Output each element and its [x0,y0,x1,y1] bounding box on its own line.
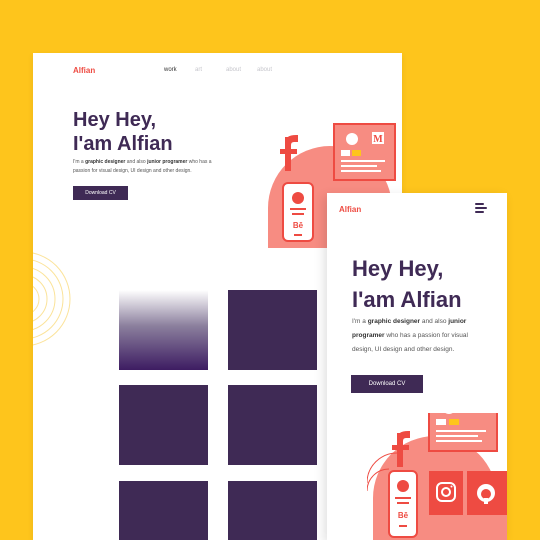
desc-text: I'm a [73,159,86,165]
svg-text:M: M [373,134,383,145]
brand-logo[interactable]: Alfian [339,205,361,214]
hero-title-line-2: I'am Alfian [73,133,173,155]
desc-role-designer: graphic designer [367,318,421,325]
nav-item-about-2[interactable]: about [257,67,288,73]
project-thumbnail[interactable] [228,481,317,540]
download-cv-button[interactable]: Download CV [73,186,128,200]
nav-item-art[interactable]: art [195,67,226,73]
desc-text: and also [125,159,148,165]
medium-card-icon: M [333,123,396,181]
behance-phone-icon: Bē [282,182,314,242]
behance-phone-icon: Bē [388,470,418,538]
mobile-mockup: Alfian Hey Hey, I'am Alfian I'm a graphi… [327,193,507,540]
hero-title: Hey Hey, I'am Alfian [352,253,462,315]
main-nav: work art about about [164,67,288,73]
hamburger-menu-icon[interactable] [475,203,487,215]
desc-role-designer: graphic designer [85,159,126,165]
project-thumbnail[interactable] [228,290,317,370]
brand-logo[interactable]: Alfian [73,66,95,75]
download-cv-button[interactable]: Download CV [351,375,423,393]
nav-item-work[interactable]: work [164,67,195,73]
decorative-rings [33,252,71,346]
project-thumbnail[interactable] [228,385,317,465]
instagram-icon [429,471,463,515]
desc-text: I'm a [352,318,368,325]
nav-item-about[interactable]: about [226,67,257,73]
hero-title: Hey Hey, I'am Alfian [73,108,173,156]
hero-title-line-1: Hey Hey, [73,109,157,131]
desc-text: and also [420,318,449,325]
svg-text:Bē: Bē [398,511,409,520]
hero-title-line-2: I'am Alfian [352,287,462,312]
project-thumbnail[interactable] [119,385,208,465]
github-icon [467,471,507,515]
hero-description: I'm a graphic designer and also junior p… [73,158,223,176]
hero-description: I'm a graphic designer and also junior p… [352,315,477,357]
hero-title-line-1: Hey Hey, [352,256,444,281]
svg-text:Bē: Bē [293,221,304,230]
hero-illustration: M Bē [367,413,507,540]
medium-card-icon: M [428,413,498,452]
project-thumbnail[interactable] [119,290,208,370]
desc-role-programer: junior programer [147,159,188,165]
project-thumbnail[interactable] [119,481,208,540]
